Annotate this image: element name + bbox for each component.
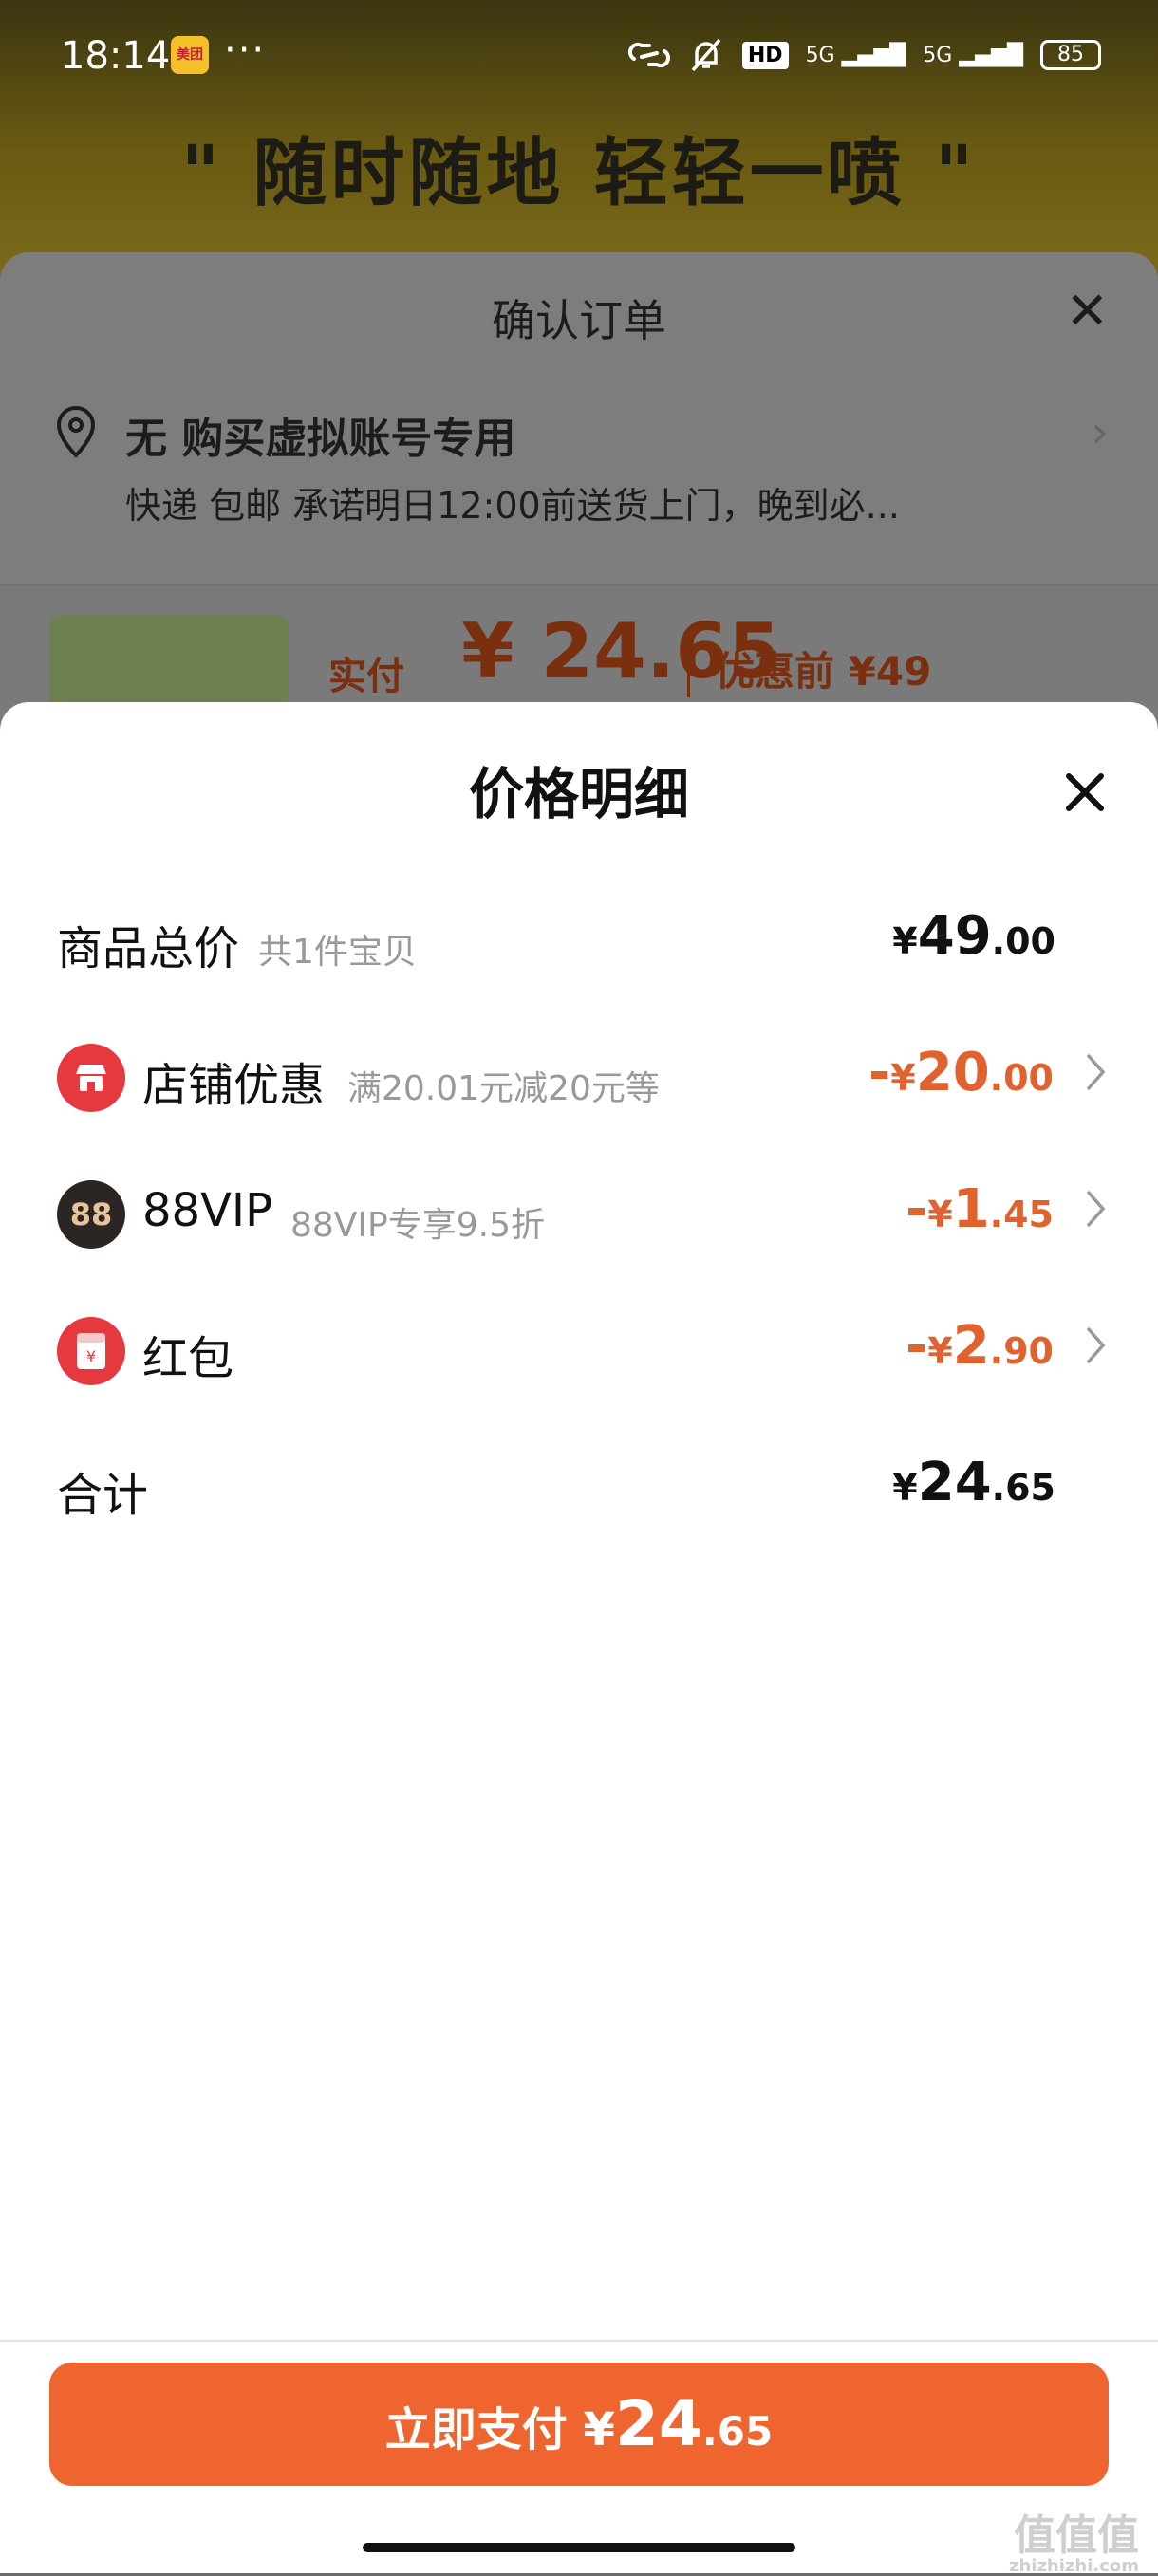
more-notifications-icon: ···	[224, 28, 267, 72]
hd-icon: HD	[741, 41, 789, 69]
row-amount: ¥24.65	[892, 1452, 1055, 1513]
product-card: 实付 ¥ 24.65 优惠前 ¥49	[0, 584, 1158, 710]
chevron-right-icon[interactable]	[1084, 1188, 1107, 1230]
chevron-right-icon[interactable]	[1084, 1325, 1107, 1366]
pay-now-button[interactable]: 立即支付 ¥24.65	[49, 2363, 1109, 2486]
watermark: 值值值 zhizhizhi.com	[1008, 2511, 1139, 2576]
mute-bell-icon	[691, 38, 721, 72]
price-before-discount: 优惠前 ¥49	[687, 639, 931, 697]
store-icon	[57, 1044, 125, 1112]
chevron-right-icon[interactable]: ›	[1092, 406, 1109, 457]
row-amount: ¥49.00	[892, 905, 1055, 967]
svg-text:¥: ¥	[86, 1347, 96, 1365]
store-discount-row[interactable]: 店铺优惠 满20.01元减20元等 -¥20.00	[0, 1025, 1158, 1129]
close-icon[interactable]	[1063, 770, 1107, 814]
status-time: 18:14	[61, 34, 171, 78]
meituan-app-icon: 美团	[171, 36, 209, 74]
address-name[interactable]: 无 购买虚拟账号专用	[125, 404, 515, 465]
row-label: 商品总价	[57, 922, 240, 975]
row-label: 店铺优惠	[142, 1059, 326, 1112]
delivery-description: 快递 包邮 承诺明日12:00前送货上门，晚到必...	[125, 485, 900, 527]
price-detail-sheet: 价格明细 商品总价 共1件宝贝 ¥49.00 店铺优惠 满20.01元减20元等…	[0, 702, 1158, 2573]
status-icons: HD 5G ▂▄▆█ 5G ▂▄▆█ 85	[627, 36, 1101, 74]
sheet-title: 价格明细	[468, 762, 689, 826]
vip-discount-row[interactable]: 88 88VIP 88VIP专享9.5折 -¥1.45	[0, 1161, 1158, 1266]
banner-slogan: " 随时随地 轻轻一喷 "	[180, 131, 978, 216]
chevron-right-icon[interactable]	[1084, 1051, 1107, 1093]
home-indicator[interactable]	[363, 2543, 795, 2552]
row-label: 88VIP	[142, 1184, 273, 1237]
signal-icon: 5G ▂▄▆█	[923, 43, 1023, 67]
row-label: 合计	[57, 1469, 149, 1522]
order-title: 确认订单	[492, 295, 666, 346]
row-sublabel: 共1件宝贝	[258, 933, 417, 972]
row-amount: -¥20.00	[868, 1042, 1054, 1103]
row-label: 红包	[142, 1332, 234, 1385]
row-sublabel: 88VIP专享9.5折	[290, 1206, 546, 1245]
goods-total-row: 商品总价 共1件宝贝 ¥49.00	[0, 888, 1158, 992]
location-pin-icon	[56, 405, 96, 458]
total-row: 合计 ¥24.65	[0, 1435, 1158, 1539]
product-thumbnail	[49, 615, 289, 710]
divider	[0, 2340, 1158, 2342]
status-bar: 18:14 美团 ··· HD 5G ▂▄▆█ 5G ▂▄▆█ 85	[0, 0, 1158, 112]
row-sublabel: 满20.01元减20元等	[347, 1069, 660, 1108]
red-packet-row[interactable]: ¥ 红包 -¥2.90	[0, 1298, 1158, 1402]
vip-88-icon: 88	[57, 1180, 125, 1249]
row-amount: -¥2.90	[906, 1315, 1054, 1377]
red-packet-icon: ¥	[57, 1317, 125, 1385]
link-icon	[627, 42, 670, 68]
battery-icon: 85	[1040, 40, 1101, 70]
paid-label: 实付	[328, 655, 404, 698]
row-amount: -¥1.45	[906, 1178, 1054, 1240]
order-close-icon[interactable]: ✕	[1066, 281, 1109, 341]
signal-icon: 5G ▂▄▆█	[805, 43, 906, 67]
